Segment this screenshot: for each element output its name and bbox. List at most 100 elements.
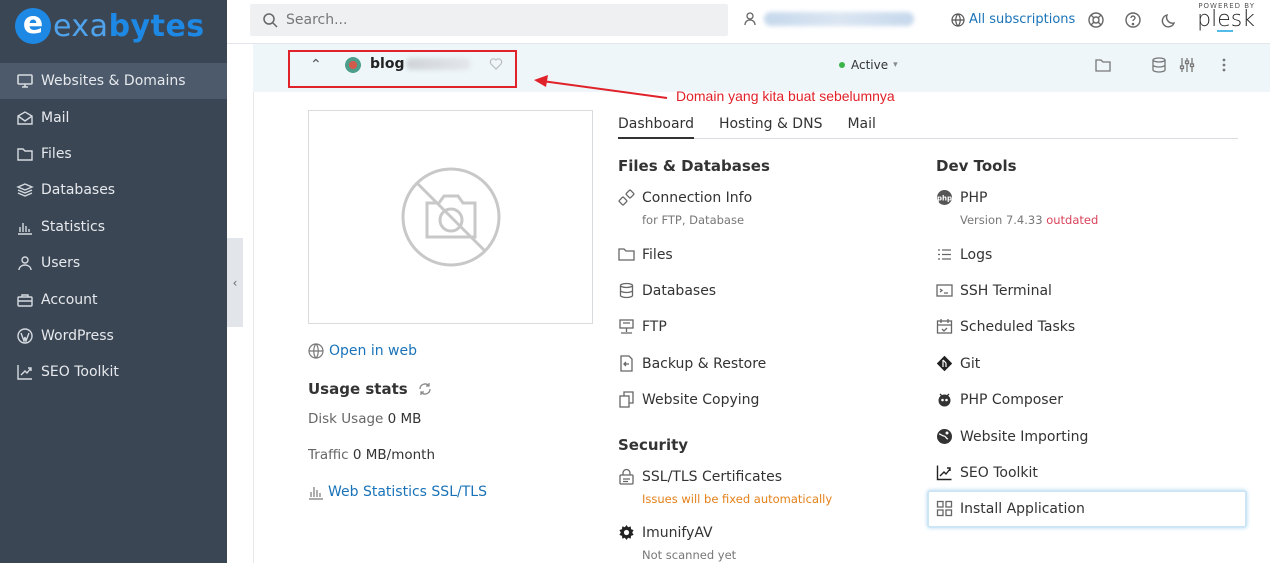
chevron-left-icon: ‹: [232, 275, 238, 290]
apps-grid-icon: [936, 500, 953, 517]
website-copying-item[interactable]: Website Copying: [618, 391, 759, 408]
git-icon: [936, 355, 953, 372]
seo-chart-icon: [936, 465, 952, 481]
files-item[interactable]: Files: [618, 246, 673, 263]
sidebar-item-seo-toolkit[interactable]: SEO Toolkit: [0, 354, 227, 390]
sidebar-item-mail[interactable]: Mail: [0, 99, 227, 135]
logs-item[interactable]: Logs: [936, 246, 992, 263]
git-item[interactable]: Git: [936, 355, 980, 372]
website-copying-label: Website Copying: [642, 391, 760, 408]
sidebar-item-wordpress[interactable]: WordPress: [0, 318, 227, 354]
plesk-logo: POWERED BY plesk: [1193, 2, 1255, 32]
php-composer-item[interactable]: PHP Composer: [936, 391, 1063, 408]
databases-item[interactable]: Databases: [618, 282, 716, 299]
terminal-icon: [936, 284, 953, 297]
seo-chart-icon: [17, 365, 32, 381]
disk-usage-value: 0 MB: [387, 411, 422, 427]
security-title: Security: [618, 436, 689, 454]
sidebar-item-account[interactable]: Account: [0, 281, 227, 317]
status-dropdown[interactable]: Active ▾: [839, 58, 898, 72]
tab-mail[interactable]: Mail: [847, 116, 875, 139]
user-menu[interactable]: [744, 12, 914, 26]
mail-icon: [17, 110, 33, 125]
open-in-web-link[interactable]: Open in web: [308, 343, 417, 359]
globe-import-icon: [937, 429, 952, 444]
sidebar: e exabytes Websites & Domains Mail Files…: [0, 0, 227, 563]
usage-stats-label: Usage stats: [308, 380, 408, 398]
calendar-icon: [936, 319, 953, 334]
tab-bar: Dashboard Hosting & DNS Mail: [618, 116, 1238, 139]
search-box[interactable]: [250, 4, 728, 36]
ssh-terminal-item[interactable]: SSH Terminal: [936, 282, 1052, 299]
all-subscriptions-link[interactable]: All subscriptions: [951, 12, 1075, 27]
support-icon[interactable]: [1087, 11, 1105, 29]
ftp-item[interactable]: FTP: [618, 318, 667, 335]
monitor-icon: [17, 74, 33, 88]
php-composer-label: PHP Composer: [960, 391, 1063, 408]
annotation-text: Domain yang kita buat sebelumnya: [676, 88, 895, 104]
web-statistics-label: Web Statistics SSL/TLS: [328, 484, 487, 500]
ssl-certificates-label: SSL/TLS Certificates: [642, 468, 782, 485]
sidebar-item-databases[interactable]: Databases: [0, 172, 227, 208]
user-icon: [18, 256, 32, 271]
php-outdated-badge: outdated: [1046, 213, 1099, 227]
settings-sliders-icon[interactable]: [1178, 56, 1196, 74]
php-label: PHP: [960, 189, 988, 206]
logo-text: exabytes: [53, 9, 205, 44]
files-databases-title: Files & Databases: [618, 157, 770, 175]
ssl-certificates-item[interactable]: SSL/TLS Certificates: [618, 468, 782, 485]
tab-dashboard[interactable]: Dashboard: [618, 116, 694, 139]
dev-tools-title: Dev Tools: [936, 157, 1017, 175]
sidebar-item-users[interactable]: Users: [0, 245, 227, 281]
web-statistics-link[interactable]: Web Statistics SSL/TLS: [308, 484, 487, 500]
top-bar: All subscriptions POWERED BY plesk: [227, 0, 1270, 44]
search-icon: [263, 13, 278, 28]
php-item[interactable]: php PHP: [936, 189, 987, 206]
help-icon[interactable]: [1124, 11, 1142, 29]
imunifyav-label: ImunifyAV: [642, 524, 713, 541]
tab-hosting-dns[interactable]: Hosting & DNS: [719, 116, 822, 139]
connection-info-item[interactable]: Connection Info: [618, 189, 752, 206]
seo-toolkit-item[interactable]: SEO Toolkit: [936, 464, 1038, 481]
sidebar-item-label: Users: [41, 255, 81, 272]
more-vertical-icon[interactable]: [1215, 56, 1233, 74]
sidebar-item-label: Files: [41, 145, 72, 162]
folder-icon[interactable]: [1094, 56, 1112, 74]
website-importing-item[interactable]: Website Importing: [936, 428, 1088, 445]
backup-icon: [620, 355, 633, 372]
copy-icon: [619, 391, 634, 408]
open-in-web-label: Open in web: [329, 343, 418, 359]
connection-info-label: Connection Info: [642, 189, 753, 206]
scheduled-tasks-item[interactable]: Scheduled Tasks: [936, 318, 1075, 335]
sidebar-item-label: Statistics: [41, 218, 105, 235]
wordpress-icon: [17, 328, 33, 344]
seo-toolkit-label: SEO Toolkit: [960, 464, 1038, 481]
sidebar-item-websites-domains[interactable]: Websites & Domains: [0, 63, 227, 100]
imunifyav-sub: Not scanned yet: [642, 548, 737, 562]
annotation-arrow-icon: [534, 75, 668, 99]
sidebar-item-label: Databases: [41, 182, 116, 199]
logo-mark: e: [15, 8, 51, 44]
database-icon[interactable]: [1150, 56, 1168, 74]
sidebar-item-label: Websites & Domains: [41, 73, 186, 90]
status-label: Active: [851, 58, 889, 72]
sidebar-item-files[interactable]: Files: [0, 136, 227, 172]
imunifyav-item[interactable]: ImunifyAV: [618, 524, 713, 541]
website-preview[interactable]: [308, 110, 593, 324]
install-application-label: Install Application: [960, 500, 1085, 517]
databases-label: Databases: [642, 282, 717, 299]
install-application-item[interactable]: Install Application: [936, 500, 1085, 517]
search-input[interactable]: [286, 12, 706, 28]
sidebar-collapse-handle[interactable]: ‹: [227, 238, 243, 327]
database-icon: [16, 183, 34, 198]
logs-label: Logs: [960, 246, 993, 263]
bar-chart-icon: [309, 487, 323, 500]
refresh-icon[interactable]: [417, 381, 433, 397]
traffic-stat: Traffic 0 MB/month: [308, 447, 435, 463]
dark-mode-icon[interactable]: [1161, 11, 1179, 29]
briefcase-icon: [17, 293, 33, 307]
disk-usage-stat: Disk Usage 0 MB: [308, 411, 421, 427]
exabytes-logo[interactable]: e exabytes: [15, 8, 205, 44]
backup-restore-item[interactable]: Backup & Restore: [618, 355, 766, 372]
sidebar-item-statistics[interactable]: Statistics: [0, 209, 227, 245]
